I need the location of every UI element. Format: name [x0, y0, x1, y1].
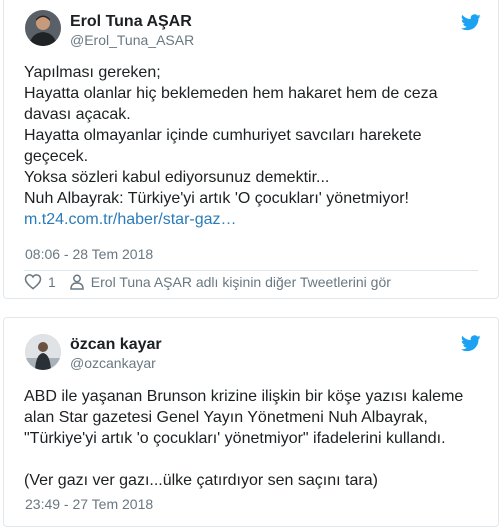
tweet-line — [24, 449, 463, 470]
avatar-photo — [25, 10, 61, 46]
heart-icon[interactable] — [24, 273, 42, 290]
tweet-line: davası açacak. — [24, 106, 131, 123]
tweet-line: (Ver gazı ver gazı...ülke çatırdıyor sen… — [24, 472, 378, 489]
tweet-actions: 1 Erol Tuna AŞAR adlı kişinin diğer Twee… — [24, 273, 391, 290]
author-handle[interactable]: @Erol_Tuna_ASAR — [70, 32, 194, 48]
tweet-line: geçecek. — [24, 148, 89, 165]
author-name[interactable]: Erol Tuna AŞAR — [70, 13, 192, 31]
tweet-line: ABD ile yaşanan Brunson krizine ilişkin … — [24, 388, 464, 405]
tweet-text: Yapılması gereken; Hayatta olanlar hiç b… — [24, 62, 438, 230]
tweet-line: "Türkiye'yi artık 'o çocukları' yönetmiy… — [24, 430, 446, 447]
twitter-bird-icon[interactable] — [461, 14, 481, 31]
like-count[interactable]: 1 — [48, 274, 56, 290]
tweet-line: Nuh Albayrak: Türkiye'yi artık 'O çocukl… — [24, 190, 409, 207]
tweet-timestamp[interactable]: 08:06 - 28 Tem 2018 — [25, 246, 153, 262]
more-tweets-link[interactable]: Erol Tuna AŞAR adlı kişinin diğer Tweetl… — [91, 274, 391, 290]
tweet-card[interactable]: Erol Tuna AŞAR @Erol_Tuna_ASAR Yapılması… — [3, 0, 499, 299]
tweet-line: alan Star gazetesi Genel Yayın Yönetmeni… — [24, 409, 428, 426]
author-name[interactable]: özcan kayar — [70, 336, 162, 354]
avatar-photo — [25, 334, 61, 370]
avatar[interactable] — [25, 10, 61, 46]
tweet-text: ABD ile yaşanan Brunson krizine ilişkin … — [24, 386, 463, 491]
divider — [24, 270, 478, 271]
avatar[interactable] — [25, 334, 61, 370]
person-icon[interactable] — [70, 274, 84, 290]
tweet-line: Hayatta olanlar hiç beklemeden hem hakar… — [24, 85, 438, 102]
tweet-line: Yoksa sözleri kabul ediyorsunuz demektir… — [24, 169, 330, 186]
tweet-timestamp[interactable]: 23:49 - 27 Tem 2018 — [25, 496, 153, 512]
tweet-line: Yapılması gereken; — [24, 64, 161, 81]
tweet-line: Hayatta olmayanlar içinde cumhuriyet sav… — [24, 127, 422, 144]
twitter-bird-icon[interactable] — [461, 335, 481, 352]
author-handle[interactable]: @ozcankayar — [70, 355, 156, 371]
tweet-card[interactable]: özcan kayar @ozcankayar ABD ile yaşanan … — [3, 317, 499, 527]
tweet-link[interactable]: m.t24.com.tr/haber/star-gaz… — [24, 209, 438, 230]
